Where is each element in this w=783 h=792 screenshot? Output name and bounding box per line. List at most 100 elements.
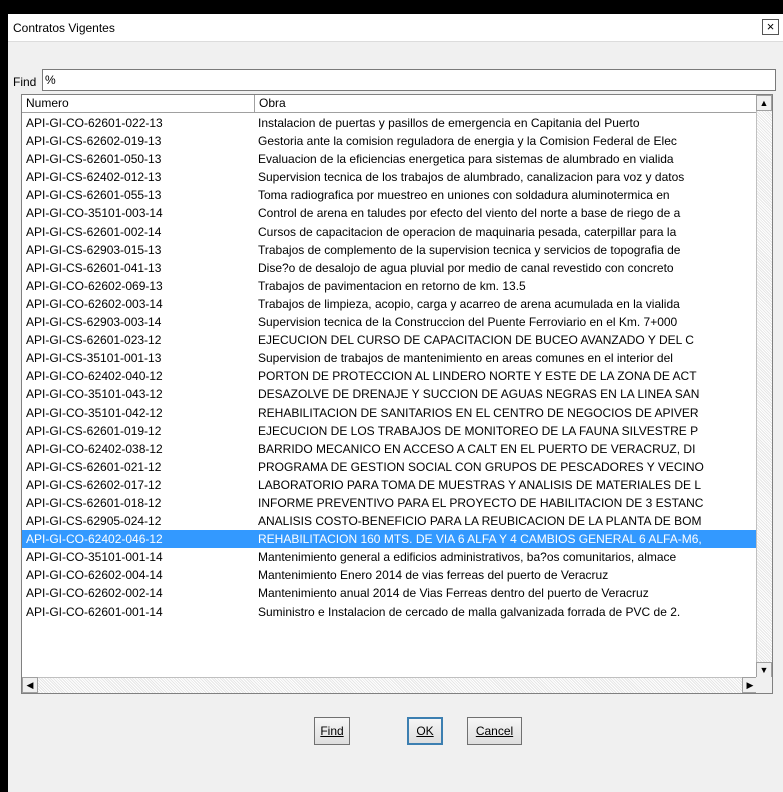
table-row[interactable]: API-GI-CS-62601-050-13 Evaluacion de la e… [22, 150, 758, 168]
cell-numero: API-GI-CO-62402-038-12 [26, 441, 163, 456]
cell-numero: API-GI-CO-62602-004-14 [26, 568, 163, 583]
table-row[interactable]: API-GI-CS-62601-023-12 EJECUCION DEL CURS… [22, 331, 758, 349]
cell-obra: INFORME PREVENTIVO PARA EL PROYECTO DE H… [258, 495, 704, 510]
cell-obra: Cursos de capacitacion de operacion de m… [258, 224, 677, 239]
cell-numero: API-GI-CS-62602-019-13 [26, 134, 162, 149]
table-row[interactable]: API-GI-CO-62402-040-12 PORTON DE PROTECCI… [22, 367, 758, 385]
cell-obra: Instalacion de puertas y pasillos de eme… [258, 116, 640, 130]
table-row[interactable]: API-GI-CS-62601-021-12 PROGRAMA DE GESTIO… [22, 458, 758, 476]
find-label: Find [13, 75, 37, 89]
table-row[interactable]: API-GI-CS-62602-017-12 LABORATORIO PARA T… [22, 476, 758, 494]
table-row[interactable]: API-GI-CO-62402-046-12 REHABILITACION 160… [22, 530, 758, 549]
cell-obra: Gestoria ante la comision reguladora de … [258, 134, 677, 149]
cell-numero: API-GI-CO-35101-003-14 [26, 206, 163, 221]
table-row[interactable]: API-GI-CO-35101-043-12 DESAZOLVE DE DRENA… [22, 385, 758, 403]
cell-numero: API-GI-CS-35101-001-13 [26, 351, 162, 366]
cell-obra: Supervision tecnica de la Construccion d… [258, 315, 678, 330]
cell-numero: API-GI-CS-62601-055-13 [26, 188, 162, 203]
cell-obra: Toma radiografica por muestreo en unione… [258, 188, 670, 203]
table-header: Numero Obra [22, 95, 758, 113]
column-header-obra[interactable]: Obra [255, 95, 758, 113]
cell-obra: EJECUCION DEL CURSO DE CAPACITACION DE B… [258, 333, 694, 348]
contracts-list: Numero Obra API-GI-CO-62601-022-13 Instal… [21, 94, 773, 694]
ok-button[interactable]: OK [407, 717, 443, 745]
cell-numero: API-GI-CO-62402-040-12 [26, 369, 163, 384]
table-row[interactable]: API-GI-CS-62601-019-12 EJECUCION DE LOS T… [22, 422, 758, 440]
find-input[interactable] [42, 69, 776, 91]
contratos-dialog: Contratos Vigentes × Find Numero Obra AP… [8, 14, 783, 792]
table-row[interactable]: API-GI-CS-62601-018-12 INFORME PREVENTIVO… [22, 494, 758, 512]
table-row[interactable]: API-GI-CO-62402-038-12 BARRIDO MECANICO E… [22, 440, 758, 458]
cell-obra: PORTON DE PROTECCION AL LINDERO NORTE Y … [258, 369, 697, 384]
table-row[interactable]: API-GI-CS-35101-001-13 Supervision de tra… [22, 349, 758, 367]
table-row[interactable]: API-GI-CS-62402-012-13 Supervision tecnic… [22, 168, 758, 186]
cell-numero: API-GI-CO-62601-001-14 [26, 604, 163, 619]
cell-numero: API-GI-CS-62601-018-12 [26, 495, 162, 510]
cell-numero: API-GI-CS-62903-015-13 [26, 242, 162, 257]
cell-numero: API-GI-CS-62601-050-13 [26, 152, 162, 167]
cell-obra: REHABILITACION 160 MTS. DE VIA 6 ALFA Y … [258, 532, 702, 547]
close-icon[interactable]: × [762, 19, 779, 35]
cell-obra: DESAZOLVE DE DRENAJE Y SUCCION DE AGUAS … [258, 387, 700, 402]
table-row[interactable]: API-GI-CS-62601-055-13 Toma radiografica … [22, 186, 758, 204]
table-row[interactable]: API-GI-CO-62602-004-14 Mantenimiento Ener… [22, 566, 758, 584]
cell-obra: Control de arena en taludes por efecto d… [258, 206, 681, 221]
table-row[interactable]: API-GI-CO-35101-001-14 Mantenimiento gene… [22, 548, 758, 566]
cell-numero: API-GI-CS-62602-017-12 [26, 477, 162, 492]
scrollbar-corner [756, 677, 772, 693]
cell-obra: Evaluacion de la eficiencias energetica … [258, 152, 674, 167]
scroll-left-icon[interactable]: ◀ [22, 677, 38, 693]
cell-obra: Supervision de trabajos de mantenimiento… [258, 351, 673, 366]
table-row[interactable]: API-GI-CS-62601-041-13 Dise?o de desalojo… [22, 259, 758, 277]
cell-obra: BARRIDO MECANICO EN ACCESO A CALT EN EL … [258, 441, 696, 456]
table-row[interactable]: API-GI-CO-35101-042-12 REHABILITACION DE … [22, 404, 758, 422]
vertical-scrollbar[interactable]: ▲ ▼ [756, 95, 772, 678]
cell-obra: EJECUCION DE LOS TRABAJOS DE MONITOREO D… [258, 423, 699, 438]
cell-obra: PROGRAMA DE GESTION SOCIAL CON GRUPOS DE… [258, 459, 704, 474]
cell-numero: API-GI-CS-62905-024-12 [26, 514, 162, 529]
cell-obra: Mantenimiento general a edificios admini… [258, 550, 677, 565]
scroll-up-icon[interactable]: ▲ [756, 95, 772, 111]
cell-numero: API-GI-CS-62601-019-12 [26, 423, 162, 438]
title-bar: Contratos Vigentes × [8, 14, 783, 42]
scroll-down-icon[interactable]: ▼ [756, 662, 772, 678]
cell-obra: ANALISIS COSTO-BENEFICIO PARA LA REUBICA… [258, 514, 702, 529]
table-row[interactable]: API-GI-CS-62905-024-12 ANALISIS COSTO-BEN… [22, 512, 758, 530]
cell-numero: API-GI-CS-62601-021-12 [26, 459, 162, 474]
cell-numero: API-GI-CO-62602-069-13 [26, 278, 163, 293]
cell-numero: API-GI-CS-62601-041-13 [26, 260, 162, 275]
cancel-button[interactable]: Cancel [467, 717, 522, 745]
window-title: Contratos Vigentes [13, 21, 115, 35]
cell-obra: Trabajos de pavimentacion en retorno de … [258, 278, 526, 293]
button-bar: Find OK Cancel [8, 717, 783, 747]
table-row[interactable]: API-GI-CO-62601-022-13 Instalacion de pue… [22, 114, 758, 132]
cell-numero: API-GI-CS-62402-012-13 [26, 170, 162, 185]
find-button[interactable]: Find [314, 717, 350, 745]
cell-numero: API-GI-CO-35101-001-14 [26, 550, 163, 565]
table-body: API-GI-CO-62601-022-13 Instalacion de pue… [22, 114, 758, 621]
table-row[interactable]: API-GI-CO-62602-069-13 Trabajos de pavime… [22, 277, 758, 295]
table-row[interactable]: API-GI-CO-35101-003-14 Control de arena e… [22, 204, 758, 222]
table-row[interactable]: API-GI-CO-62602-002-14 Mantenimiento anua… [22, 584, 758, 602]
table-row[interactable]: API-GI-CO-62601-001-14 Suministro e Insta… [22, 603, 758, 621]
table-row[interactable]: API-GI-CS-62602-019-13 Gestoria ante la c… [22, 132, 758, 150]
cell-numero: API-GI-CO-62602-003-14 [26, 296, 163, 311]
cell-obra: Mantenimiento anual 2014 de Vias Ferreas… [258, 586, 649, 601]
table-row[interactable]: API-GI-CS-62601-002-14 Cursos de capacita… [22, 223, 758, 241]
cell-obra: REHABILITACION DE SANITARIOS EN EL CENTR… [258, 405, 699, 420]
horizontal-scrollbar[interactable]: ◀ ▶ [22, 677, 758, 693]
cell-numero: API-GI-CO-62602-002-14 [26, 586, 163, 601]
column-header-numero[interactable]: Numero [22, 95, 255, 113]
cell-numero: API-GI-CO-35101-042-12 [26, 405, 163, 420]
cell-numero: API-GI-CO-62601-022-13 [26, 116, 163, 130]
cell-numero: API-GI-CS-62601-002-14 [26, 224, 162, 239]
cell-obra: Mantenimiento Enero 2014 de vias ferreas… [258, 568, 609, 583]
table-row[interactable]: API-GI-CO-62602-003-14 Trabajos de limpie… [22, 295, 758, 313]
cell-obra: Supervision tecnica de los trabajos de a… [258, 170, 685, 185]
cell-numero: API-GI-CO-62402-046-12 [26, 532, 163, 547]
cell-obra: Dise?o de desalojo de agua pluvial por m… [258, 260, 674, 275]
table-row[interactable]: API-GI-CS-62903-015-13 Trabajos de comple… [22, 241, 758, 259]
cell-obra: Trabajos de complemento de la supervisio… [258, 242, 681, 257]
table-row[interactable]: API-GI-CS-62903-003-14 Supervision tecnic… [22, 313, 758, 331]
cell-numero: API-GI-CO-35101-043-12 [26, 387, 163, 402]
